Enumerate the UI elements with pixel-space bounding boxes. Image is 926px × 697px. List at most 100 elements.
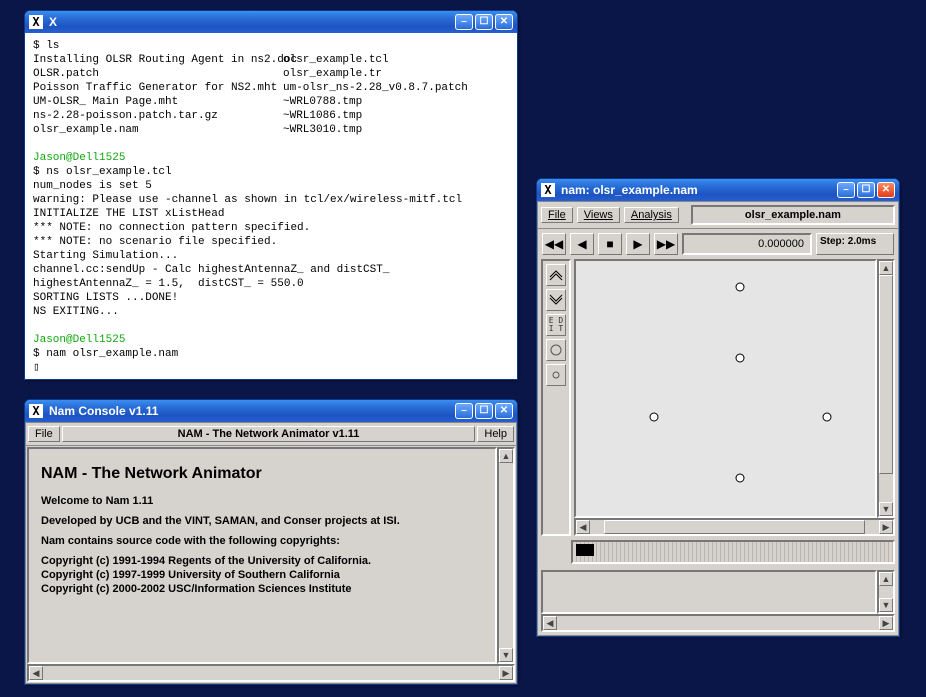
term-line: *** NOTE: no scenario file specified.: [33, 236, 277, 248]
terminal-title: X: [49, 15, 453, 29]
nam-console-text: NAM - The Network Animator Welcome to Na…: [27, 447, 497, 664]
close-button[interactable]: ✕: [495, 14, 513, 30]
nam-console-body: File NAM - The Network Animator v1.11 He…: [25, 422, 517, 684]
terminal-body[interactable]: $ ls Installing OLSR Routing Agent in ns…: [25, 33, 517, 379]
edit-button[interactable]: E D I T: [546, 314, 566, 336]
term-line: ~WRL3010.tmp: [283, 123, 362, 137]
scroll-left-icon[interactable]: ◀: [543, 616, 557, 630]
stop-button[interactable]: ■: [598, 233, 622, 255]
nam-titlebar[interactable]: X nam: olsr_example.nam – ☐ ✕: [537, 179, 899, 201]
terminal-titlebar[interactable]: X X – ☐ ✕: [25, 11, 517, 33]
term-line: $ ls: [33, 40, 59, 52]
scroll-right-icon[interactable]: ▶: [879, 520, 893, 534]
maximize-button[interactable]: ☐: [475, 403, 493, 419]
rewind-button[interactable]: ◀◀: [542, 233, 566, 255]
step-display[interactable]: Step: 2.0ms: [816, 233, 894, 255]
zoom-in-icon: [549, 269, 563, 281]
x-glyph-icon: X: [541, 183, 555, 197]
term-line: $ ns olsr_example.tcl: [33, 166, 172, 178]
scroll-up-icon[interactable]: ▲: [879, 261, 893, 275]
term-line: $ nam olsr_example.nam: [33, 348, 178, 360]
time-display: 0.000000: [682, 233, 812, 255]
fast-forward-button[interactable]: ▶▶: [654, 233, 678, 255]
nam-console-window[interactable]: X Nam Console v1.11 – ☐ ✕ File NAM - The…: [24, 399, 518, 685]
time-ruler[interactable]: [571, 540, 895, 564]
nam-heading: NAM - The Network Animator: [41, 465, 483, 483]
source-line: Nam contains source code with the follow…: [41, 535, 483, 547]
term-line: warning: Please use -channel as shown in…: [33, 194, 462, 206]
maximize-button[interactable]: ☐: [475, 14, 493, 30]
developed-line: Developed by UCB and the VINT, SAMAN, an…: [41, 515, 483, 527]
circle-tool-button[interactable]: [546, 339, 566, 361]
nam-body: File Views Analysis olsr_example.nam ◀◀ …: [537, 201, 899, 636]
canvas-horizontal-scrollbar[interactable]: ◀ ▶: [574, 518, 895, 536]
horizontal-scrollbar[interactable]: ◀ ▶: [27, 664, 515, 682]
term-cursor: ▯: [33, 362, 40, 374]
zoom-in-button[interactable]: [546, 264, 566, 286]
term-line: UM-OLSR_ Main Page.mht: [33, 95, 283, 109]
nam-console-title: Nam Console v1.11: [49, 404, 453, 418]
nam-animator-window[interactable]: X nam: olsr_example.nam – ☐ ✕ File Views…: [536, 178, 900, 637]
minimize-button[interactable]: –: [455, 14, 473, 30]
file-menu[interactable]: File: [541, 207, 573, 223]
term-prompt: Jason@Dell1525: [33, 152, 125, 164]
playback-controls: ◀◀ ◀ ■ ▶ ▶▶ 0.000000 Step: 2.0ms: [538, 229, 898, 259]
copyright-line: Copyright (c) 2000-2002 USC/Information …: [41, 583, 483, 595]
nam-menubar: File Views Analysis olsr_example.nam: [538, 202, 898, 229]
circle-icon: [550, 344, 562, 356]
banner-label: NAM - The Network Animator v1.11: [62, 426, 476, 442]
canvas-vertical-scrollbar[interactable]: ▲ ▼: [877, 259, 895, 518]
vertical-scrollbar[interactable]: ▲ ▼: [497, 447, 515, 664]
term-line: olsr_example.nam: [33, 123, 283, 137]
terminal-window[interactable]: X X – ☐ ✕ $ ls Installing OLSR Routing A…: [24, 10, 518, 380]
term-line: channel.cc:sendUp - Calc highestAntennaZ…: [33, 264, 389, 276]
scroll-up-icon[interactable]: ▲: [879, 572, 893, 586]
network-node[interactable]: [649, 412, 658, 421]
term-line: num_nodes is set 5: [33, 180, 152, 192]
help-menu[interactable]: Help: [477, 426, 514, 442]
scroll-left-icon[interactable]: ◀: [29, 666, 43, 680]
term-line: ~WRL1086.tmp: [283, 109, 362, 123]
small-circle-tool-button[interactable]: [546, 364, 566, 386]
minimize-button[interactable]: –: [455, 403, 473, 419]
scroll-down-icon[interactable]: ▼: [879, 598, 893, 612]
close-button[interactable]: ✕: [495, 403, 513, 419]
scroll-right-icon[interactable]: ▶: [499, 666, 513, 680]
network-node[interactable]: [736, 473, 745, 482]
zoom-out-button[interactable]: [546, 289, 566, 311]
log-pane: [541, 570, 877, 614]
term-line: Installing OLSR Routing Agent in ns2.doc: [33, 53, 283, 67]
log-horizontal-scrollbar[interactable]: ◀ ▶: [541, 614, 895, 632]
x-glyph-icon: X: [29, 404, 43, 418]
nam-window-title: nam: olsr_example.nam: [561, 183, 835, 197]
network-node[interactable]: [736, 353, 745, 362]
term-line: Starting Simulation...: [33, 250, 178, 262]
scroll-up-icon[interactable]: ▲: [499, 449, 513, 463]
views-menu[interactable]: Views: [577, 207, 620, 223]
minimize-button[interactable]: –: [837, 182, 855, 198]
x-glyph-icon: X: [29, 15, 43, 29]
play-button[interactable]: ▶: [626, 233, 650, 255]
scroll-down-icon[interactable]: ▼: [879, 502, 893, 516]
nam-console-content-shell: NAM - The Network Animator Welcome to Na…: [26, 446, 516, 683]
term-prompt: Jason@Dell1525: [33, 334, 125, 346]
close-button[interactable]: ✕: [877, 182, 895, 198]
log-vertical-scrollbar[interactable]: ▲ ▼: [877, 570, 895, 614]
term-line: highestAntennaZ_ = 1.5, distCST_ = 550.0: [33, 278, 304, 290]
nam-console-titlebar[interactable]: X Nam Console v1.11 – ☐ ✕: [25, 400, 517, 422]
term-line: *** NOTE: no connection pattern specifie…: [33, 222, 310, 234]
maximize-button[interactable]: ☐: [857, 182, 875, 198]
file-menu[interactable]: File: [28, 426, 60, 442]
analysis-menu[interactable]: Analysis: [624, 207, 679, 223]
scroll-right-icon[interactable]: ▶: [879, 616, 893, 630]
network-canvas[interactable]: [574, 259, 877, 518]
filename-label: olsr_example.nam: [691, 205, 895, 225]
term-line: ~WRL0788.tmp: [283, 95, 362, 109]
scroll-down-icon[interactable]: ▼: [499, 648, 513, 662]
step-back-button[interactable]: ◀: [570, 233, 594, 255]
scroll-left-icon[interactable]: ◀: [576, 520, 590, 534]
term-line: OLSR.patch: [33, 67, 283, 81]
network-node[interactable]: [823, 412, 832, 421]
network-node[interactable]: [736, 282, 745, 291]
zoom-out-icon: [549, 294, 563, 306]
